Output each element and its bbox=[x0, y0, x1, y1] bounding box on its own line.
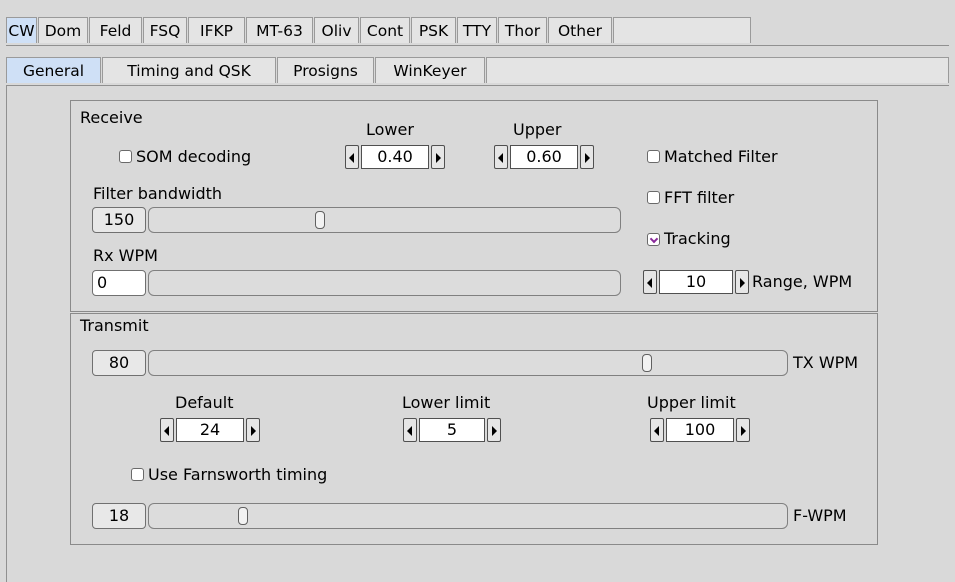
fwpm-slider[interactable] bbox=[148, 503, 788, 529]
fwpm-thumb[interactable] bbox=[238, 507, 248, 525]
tab-feld[interactable]: Feld bbox=[89, 17, 142, 43]
filter-bandwidth-value: 150 bbox=[92, 207, 146, 233]
matched-filter-label: Matched Filter bbox=[664, 147, 778, 166]
som-decoding-label: SOM decoding bbox=[136, 147, 252, 166]
farnsworth-checkbox[interactable] bbox=[131, 468, 144, 481]
tab-cw[interactable]: CW bbox=[6, 17, 37, 43]
fwpm-value: 18 bbox=[92, 503, 146, 529]
tab-thor[interactable]: Thor bbox=[498, 17, 547, 43]
lower-limit-spinner[interactable]: 5 bbox=[403, 418, 501, 442]
filter-bandwidth-thumb[interactable] bbox=[315, 211, 325, 229]
lower-limit-increment-button[interactable] bbox=[487, 418, 501, 442]
tab-other[interactable]: Other bbox=[548, 17, 612, 43]
upper-limit-spinner[interactable]: 100 bbox=[650, 418, 750, 442]
som-decoding-checkbox[interactable] bbox=[119, 150, 132, 163]
upper-limit-decrement-button[interactable] bbox=[650, 418, 664, 442]
tx-wpm-label: TX WPM bbox=[793, 353, 859, 372]
mode-tab-bar: CW Dom Feld FSQ IFKP MT-63 Oliv Cont PSK… bbox=[6, 17, 949, 46]
range-wpm-label: Range, WPM bbox=[752, 272, 853, 291]
range-value[interactable]: 10 bbox=[659, 270, 733, 294]
default-label: Default bbox=[175, 393, 234, 412]
rx-wpm-value[interactable]: 0 bbox=[92, 270, 146, 296]
fft-filter-checkbox[interactable] bbox=[647, 191, 660, 204]
upper-value[interactable]: 0.60 bbox=[510, 145, 578, 169]
tab-ifkp[interactable]: IFKP bbox=[188, 17, 245, 43]
default-value[interactable]: 24 bbox=[176, 418, 244, 442]
farnsworth-label: Use Farnsworth timing bbox=[148, 465, 328, 484]
tab-winkeyer[interactable]: WinKeyer bbox=[375, 57, 485, 83]
tab-dom[interactable]: Dom bbox=[38, 17, 88, 43]
default-spinner[interactable]: 24 bbox=[160, 418, 260, 442]
default-increment-button[interactable] bbox=[246, 418, 260, 442]
tracking-label: Tracking bbox=[664, 229, 731, 248]
matched-filter-checkbox[interactable] bbox=[647, 150, 660, 163]
lower-spinner[interactable]: 0.40 bbox=[345, 145, 445, 169]
filter-bandwidth-slider[interactable] bbox=[148, 207, 621, 233]
range-decrement-button[interactable] bbox=[643, 270, 657, 294]
tx-wpm-value: 80 bbox=[92, 350, 146, 376]
tab-cont[interactable]: Cont bbox=[360, 17, 410, 43]
lower-limit-label: Lower limit bbox=[402, 393, 491, 412]
upper-limit-value[interactable]: 100 bbox=[666, 418, 734, 442]
upper-increment-button[interactable] bbox=[580, 145, 594, 169]
upper-spinner[interactable]: 0.60 bbox=[494, 145, 594, 169]
tab-timing-qsk[interactable]: Timing and QSK bbox=[102, 57, 276, 83]
fft-filter-label: FFT filter bbox=[664, 188, 735, 207]
tab-prosigns[interactable]: Prosigns bbox=[277, 57, 374, 83]
upper-label: Upper bbox=[513, 120, 562, 139]
lower-limit-value[interactable]: 5 bbox=[419, 418, 485, 442]
tx-wpm-thumb[interactable] bbox=[642, 354, 652, 372]
tab-oliv[interactable]: Oliv bbox=[314, 17, 359, 43]
default-decrement-button[interactable] bbox=[160, 418, 174, 442]
tx-wpm-slider[interactable] bbox=[148, 350, 788, 376]
tab-tty[interactable]: TTY bbox=[457, 17, 497, 43]
lower-increment-button[interactable] bbox=[431, 145, 445, 169]
panel-left-edge bbox=[6, 86, 10, 582]
tab-bar-filler bbox=[613, 17, 751, 43]
tab-fsq[interactable]: FSQ bbox=[143, 17, 187, 43]
tab-psk[interactable]: PSK bbox=[411, 17, 456, 43]
lower-limit-decrement-button[interactable] bbox=[403, 418, 417, 442]
lower-decrement-button[interactable] bbox=[345, 145, 359, 169]
filter-bandwidth-label: Filter bandwidth bbox=[93, 184, 223, 203]
upper-limit-label: Upper limit bbox=[647, 393, 736, 412]
tab-mt63[interactable]: MT-63 bbox=[246, 17, 313, 43]
range-increment-button[interactable] bbox=[735, 270, 749, 294]
rx-wpm-bar bbox=[148, 270, 621, 296]
range-spinner[interactable]: 10 bbox=[643, 270, 749, 294]
upper-decrement-button[interactable] bbox=[494, 145, 508, 169]
sub-tab-bar-filler bbox=[486, 57, 949, 83]
sub-tab-bar: General Timing and QSK Prosigns WinKeyer bbox=[6, 57, 949, 86]
rx-wpm-label: Rx WPM bbox=[93, 246, 158, 265]
tracking-checkbox[interactable] bbox=[647, 233, 660, 246]
lower-label: Lower bbox=[366, 120, 414, 139]
tab-general[interactable]: General bbox=[6, 57, 101, 83]
fwpm-label: F-WPM bbox=[793, 506, 847, 525]
receive-title: Receive bbox=[80, 108, 143, 127]
upper-limit-increment-button[interactable] bbox=[736, 418, 750, 442]
transmit-title: Transmit bbox=[80, 316, 149, 335]
lower-value[interactable]: 0.40 bbox=[361, 145, 429, 169]
